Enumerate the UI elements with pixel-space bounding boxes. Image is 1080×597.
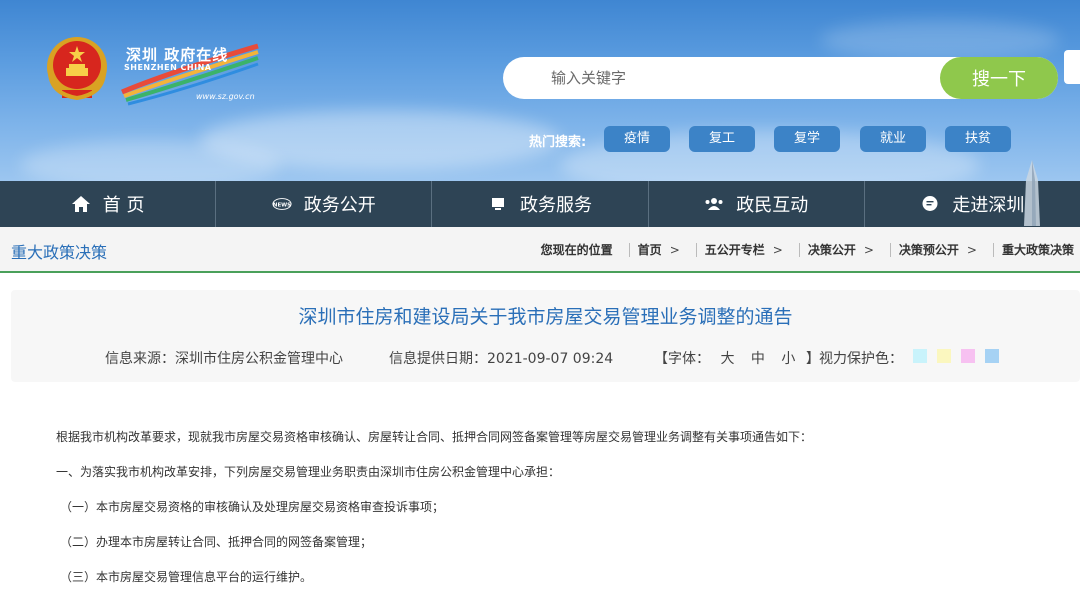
breadcrumb: 您现在的位置 首页 > 五公开专栏 > 决策公开 > 决策预公开 > 重大政策决…: [541, 241, 1074, 258]
font-size-label-open: 【字体：: [654, 351, 710, 367]
nav-item-label: 政务服务: [520, 195, 592, 216]
skyscraper-decoration: [1024, 160, 1040, 226]
article-date: 信息提供日期：2021-09-07 09:24: [389, 351, 614, 367]
font-size-large[interactable]: 大: [720, 351, 734, 367]
search-button[interactable]: 搜一下: [940, 57, 1058, 99]
article-title: 深圳市住房和建设局关于我市房屋交易管理业务调整的通告: [298, 306, 793, 328]
header-side-button[interactable]: [1064, 50, 1080, 84]
font-size-control: 【字体： 大 中 小 】: [654, 348, 820, 368]
breadcrumb-divider: [628, 242, 630, 257]
breadcrumb-decision-pre-disclosure[interactable]: 决策预公开: [899, 241, 959, 258]
breadcrumb-bar: 重大政策决策 您现在的位置 首页 > 五公开专栏 > 决策公开 > 决策预公开 …: [0, 227, 1080, 273]
search-input[interactable]: [551, 57, 931, 99]
breadcrumb-arrow: >: [669, 242, 680, 257]
people-icon: [704, 194, 724, 214]
section-title: 重大政策决策: [11, 243, 108, 262]
logo-url-text: www.sz.gov.cn: [196, 92, 255, 101]
article-paragraph: 根据我市机构改革要求，现就我市房屋交易资格审核确认、房屋转让合同、抵押合同网签备…: [56, 430, 813, 444]
article-paragraph: （一）本市房屋交易资格的审核确认及处理房屋交易资格审查投诉事项；: [60, 500, 445, 514]
article-source: 信息来源：深圳市住房公积金管理中心: [105, 351, 343, 367]
nav-item-government-services[interactable]: 政务服务: [432, 181, 649, 227]
breadcrumb-arrow: >: [863, 242, 874, 257]
nav-item-government-affairs[interactable]: NEWS 政务公开: [216, 181, 433, 227]
breadcrumb-decision-disclosure[interactable]: 决策公开: [808, 241, 856, 258]
svg-text:NEWS: NEWS: [273, 202, 291, 208]
eye-care-swatch-cyan[interactable]: [913, 349, 927, 363]
eye-care-label: 视力保护色：: [819, 351, 903, 367]
nav-item-label: 首 页: [102, 195, 145, 216]
chat-icon: [920, 194, 940, 214]
eye-care-swatch-yellow[interactable]: [937, 349, 951, 363]
news-icon: NEWS: [272, 194, 292, 214]
hot-search-label: 热门搜索:: [529, 135, 587, 150]
breadcrumb-home[interactable]: 首页: [638, 241, 662, 258]
breadcrumb-divider: [798, 242, 800, 257]
breadcrumb-divider: [695, 242, 697, 257]
search-box: 搜一下: [503, 57, 1058, 99]
hot-tag-resume-school[interactable]: 复学: [774, 126, 840, 152]
breadcrumb-divider: [992, 242, 994, 257]
location-label: 您现在的位置: [540, 243, 613, 257]
breadcrumb-five-openness[interactable]: 五公开专栏: [705, 241, 765, 258]
eye-care-swatch-blue[interactable]: [985, 349, 999, 363]
nav-item-home[interactable]: 首 页: [0, 181, 217, 227]
logo-chinese-text: 深圳 政府在线: [126, 46, 229, 64]
cloud-decoration: [820, 20, 1060, 60]
font-size-medium[interactable]: 中: [751, 351, 765, 367]
monitor-icon: [488, 194, 508, 214]
site-header: 深圳 政府在线 SHENZHEN CHINA www.sz.gov.cn 搜一下…: [0, 0, 1080, 181]
font-size-small[interactable]: 小: [781, 351, 795, 367]
article-paragraph: （三）本市房屋交易管理信息平台的运行维护。: [60, 570, 313, 584]
article-paragraph: （二）办理本市房屋转让合同、抵押合同的网签备案管理；: [60, 535, 373, 549]
home-icon: [71, 194, 91, 214]
breadcrumb-arrow: >: [966, 242, 977, 257]
logo-english-text: SHENZHEN CHINA: [124, 63, 212, 72]
article-header: 深圳市住房和建设局关于我市房屋交易管理业务调整的通告 信息来源：深圳市住房公积金…: [11, 290, 1080, 382]
hot-tag-poverty-relief[interactable]: 扶贫: [945, 126, 1011, 152]
nav-item-label: 政务公开: [303, 195, 376, 216]
font-size-label-close: 】: [805, 351, 820, 367]
main-nav: 首 页 NEWS 政务公开 政务服务 政民互动 走进深圳: [0, 181, 1080, 227]
national-emblem-icon: [47, 37, 107, 101]
hot-tag-resume-work[interactable]: 复工: [689, 126, 755, 152]
nav-item-citizen-interaction[interactable]: 政民互动: [649, 181, 865, 227]
eye-care-swatch-pink[interactable]: [961, 349, 975, 363]
article-paragraph: 一、为落实我市机构改革安排，下列房屋交易管理业务职责由深圳市住房公积金管理中心承…: [56, 465, 561, 479]
nav-item-label: 政民互动: [736, 195, 809, 216]
breadcrumb-major-policy[interactable]: 重大政策决策: [1002, 241, 1074, 258]
hot-tag-epidemic[interactable]: 疫情: [604, 126, 670, 152]
breadcrumb-arrow: >: [772, 242, 783, 257]
hot-tag-employment[interactable]: 就业: [860, 126, 926, 152]
breadcrumb-divider: [889, 242, 891, 257]
